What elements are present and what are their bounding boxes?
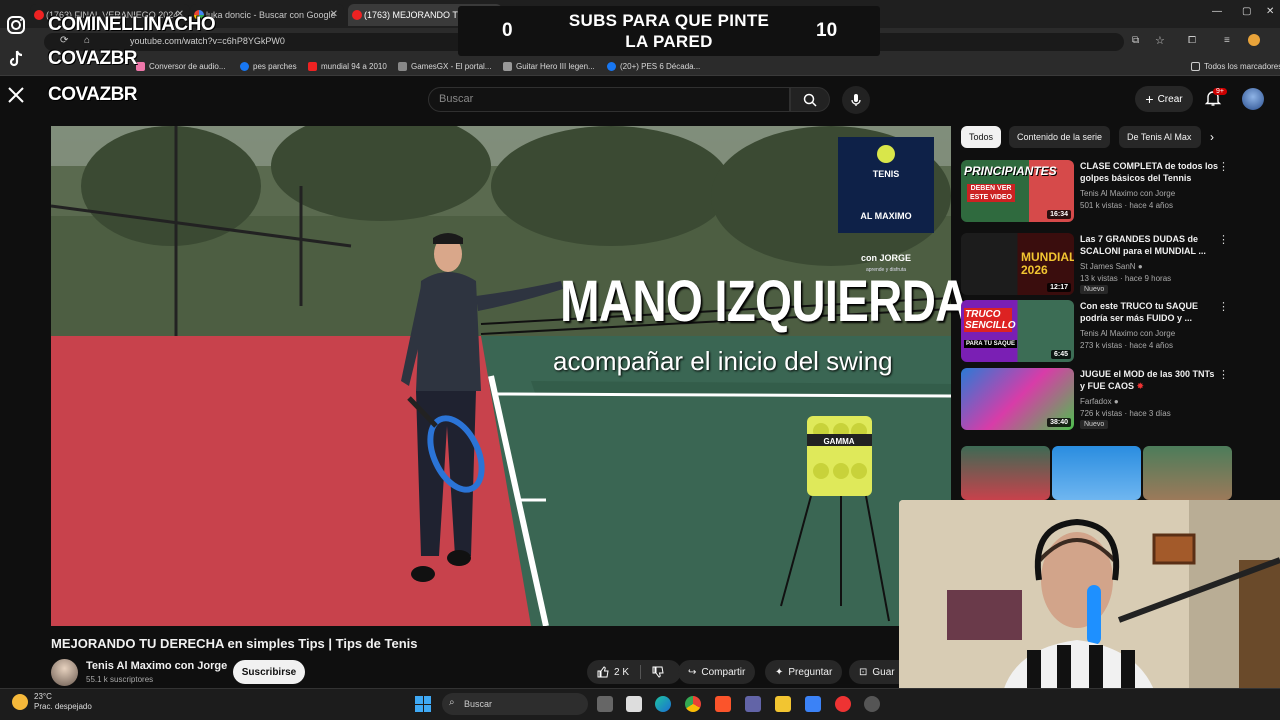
x-icon	[6, 84, 26, 106]
chip-series[interactable]: Contenido de la serie	[1009, 126, 1111, 148]
ask-button[interactable]: ✦ Preguntar	[765, 660, 843, 684]
more-options-icon[interactable]: ⋮	[1218, 300, 1229, 313]
chrome-icon[interactable]	[685, 696, 701, 712]
channel-avatar[interactable]	[51, 659, 78, 686]
subscribe-button[interactable]: Suscribirse	[233, 660, 305, 684]
search-button[interactable]	[790, 87, 830, 112]
share-button[interactable]: ↪ Compartir	[678, 660, 756, 684]
verified-icon: ●	[1113, 397, 1119, 406]
extensions-icon[interactable]: ⧠	[1188, 35, 1196, 46]
bookmark-item[interactable]: Guitar Hero III legen...	[503, 62, 595, 71]
new-badge: Nuevo	[1080, 285, 1109, 294]
notification-badge: 9+	[1213, 88, 1227, 95]
youtube-favicon-icon	[352, 10, 362, 20]
voice-search-button[interactable]	[842, 86, 870, 114]
app-icon[interactable]	[835, 696, 851, 712]
social-handle: COMINELLINACHO	[6, 10, 216, 40]
bookmark-item[interactable]: GamesGX - El portal...	[398, 62, 491, 71]
like-dislike-group: 2 K	[587, 660, 681, 684]
task-view-icon[interactable]	[597, 696, 613, 712]
maximize-icon[interactable]: ▢	[1242, 6, 1251, 17]
video-thumbnail[interactable]: TRUCO SENCILLO PARA TU SAQUE 6:45	[961, 300, 1074, 362]
chip-todos[interactable]: Todos	[961, 126, 1002, 148]
recommended-video[interactable]: PRINCIPIANTES DEBEN VER ESTE VIDEO 16:34…	[961, 160, 1231, 224]
microphone-icon	[851, 94, 861, 106]
bookmark-item[interactable]: mundial 94 a 2010	[308, 62, 387, 71]
channel-name[interactable]: Tenis Al Maximo con Jorge	[86, 660, 227, 672]
plus-icon: +	[1145, 91, 1154, 107]
social-handle: COVAZBR	[6, 44, 138, 74]
install-app-icon[interactable]: ⧉	[1132, 35, 1139, 46]
profile-icon[interactable]	[1248, 34, 1260, 46]
bookmark-item[interactable]: pes parches	[240, 62, 297, 71]
save-icon: ⊡	[859, 666, 868, 678]
chevron-right-icon[interactable]: ›	[1210, 130, 1214, 144]
close-window-icon[interactable]: ✕	[1266, 6, 1274, 17]
thumbs-down-icon[interactable]	[652, 666, 664, 678]
webcam-frame	[899, 500, 1280, 720]
brave-icon[interactable]	[715, 696, 731, 712]
search-icon	[803, 93, 817, 107]
thumbs-up-icon	[597, 666, 609, 678]
subscriber-count: 55.1 k suscriptores	[86, 675, 154, 684]
tiktok-icon	[6, 48, 26, 70]
short-thumbnail[interactable]	[1143, 446, 1232, 500]
teams-icon[interactable]	[745, 696, 761, 712]
short-thumbnail[interactable]	[1052, 446, 1141, 500]
more-options-icon[interactable]: ⋮	[1218, 368, 1229, 381]
share-icon: ↪	[688, 666, 697, 678]
subs-goal-banner: SUBS PARA QUE PINTE LA PARED 0 10	[458, 6, 880, 56]
verified-icon: ●	[1137, 262, 1143, 271]
windows-start-icon[interactable]	[415, 696, 431, 712]
media-control-icon[interactable]: ≡	[1224, 35, 1230, 46]
store-icon[interactable]	[626, 696, 642, 712]
chip-channel[interactable]: De Tenis Al Max	[1119, 126, 1201, 148]
app-icon[interactable]	[864, 696, 880, 712]
video-thumbnail[interactable]: MUNDIAL 2026 12:17	[961, 233, 1074, 295]
short-thumbnail[interactable]	[961, 446, 1050, 500]
recommended-video[interactable]: 38:40 JUGUE el MOD de las 300 TNTs y FUE…	[961, 368, 1231, 432]
all-bookmarks-folder[interactable]: Todos los marcadores	[1191, 62, 1280, 71]
close-tab-icon[interactable]: ✕	[330, 9, 338, 20]
save-button[interactable]: ⊡ Guar	[849, 660, 901, 684]
video-thumbnail[interactable]: PRINCIPIANTES DEBEN VER ESTE VIDEO 16:34	[961, 160, 1074, 222]
new-badge: Nuevo	[1080, 420, 1109, 429]
file-explorer-icon[interactable]	[775, 696, 791, 712]
video-thumbnail[interactable]: 38:40	[961, 368, 1074, 430]
banner-left-count: 0	[502, 20, 513, 41]
video-overlay-title: MANO IZQUIERDA	[560, 269, 969, 334]
tnt-emoji-icon: ✸	[1136, 381, 1145, 391]
edge-icon[interactable]	[655, 696, 671, 712]
streamer-webcam	[899, 500, 1280, 720]
user-avatar[interactable]	[1242, 88, 1264, 110]
minimize-icon[interactable]: —	[1212, 6, 1222, 17]
recommended-video[interactable]: MUNDIAL 2026 12:17 Las 7 GRANDES DUDAS d…	[961, 233, 1231, 297]
weather-widget[interactable]: 23°C Prac. despejado	[12, 692, 92, 712]
create-button[interactable]: + Crear	[1135, 86, 1193, 112]
sparkle-icon: ✦	[775, 666, 784, 678]
search-input[interactable]: Buscar	[428, 87, 790, 112]
more-options-icon[interactable]: ⋮	[1218, 233, 1229, 246]
sun-icon	[12, 694, 28, 710]
bookmark-item[interactable]: (20+) PES 6 Década...	[607, 62, 700, 71]
more-options-icon[interactable]: ⋮	[1218, 160, 1229, 173]
video-overlay-subtitle: acompañar el inicio del swing	[553, 346, 893, 376]
video-title: MEJORANDO TU DERECHA en simples Tips | T…	[51, 636, 418, 651]
channel-logo-watermark: TENIS AL MAXIMO con JORGE aprende y disf…	[838, 137, 934, 273]
app-icon[interactable]	[805, 696, 821, 712]
tennis-ball-icon	[877, 145, 895, 163]
search-icon: ⌕	[449, 697, 455, 708]
like-button[interactable]: 2 K	[597, 666, 629, 678]
social-handle: COVAZBR	[6, 80, 138, 110]
banner-right-count: 10	[816, 20, 838, 41]
recommended-video[interactable]: TRUCO SENCILLO PARA TU SAQUE 6:45 Con es…	[961, 300, 1231, 364]
bookmark-item[interactable]: Conversor de audio...	[136, 62, 226, 71]
ball-brand-label: GAMMA	[823, 437, 854, 446]
taskbar-search[interactable]: ⌕ Buscar	[442, 693, 588, 715]
bookmark-star-icon[interactable]: ☆	[1155, 34, 1165, 47]
instagram-icon	[6, 14, 26, 36]
